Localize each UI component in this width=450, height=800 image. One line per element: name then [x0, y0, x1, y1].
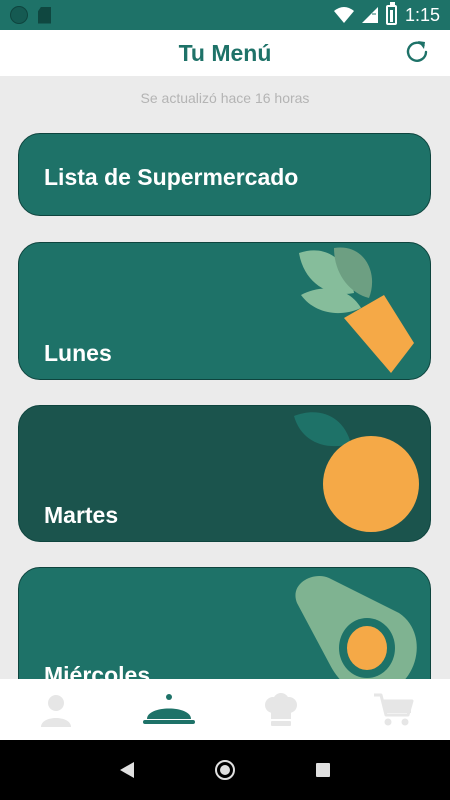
signal-icon — [361, 7, 378, 23]
refresh-icon — [406, 41, 428, 62]
menu-cloche-icon — [142, 693, 195, 724]
monday-label: Lunes — [44, 340, 112, 366]
wifi-icon — [333, 7, 354, 23]
chef-hat-icon — [265, 692, 298, 726]
cart-icon — [373, 693, 414, 725]
profile-icon — [41, 694, 72, 727]
back-icon[interactable] — [120, 762, 135, 778]
page-title: Tu Menú — [178, 39, 272, 66]
monday-card[interactable]: Lunes — [18, 242, 431, 380]
refresh-button[interactable] — [402, 37, 432, 67]
nav-menu[interactable] — [113, 679, 226, 740]
system-navigation-bar — [0, 740, 450, 800]
app-bar: Tu Menú — [0, 30, 450, 76]
orange-illustration — [294, 412, 419, 532]
notification-dot-icon — [10, 6, 28, 24]
bottom-navigation — [0, 679, 450, 740]
nav-recipes[interactable] — [225, 679, 338, 740]
clock: 1:15 — [404, 4, 440, 25]
last-updated-text: Se actualizó hace 16 horas — [140, 90, 310, 106]
home-icon[interactable] — [214, 760, 235, 780]
sd-card-icon — [38, 6, 51, 24]
nav-cart[interactable] — [338, 679, 450, 740]
tuesday-card[interactable]: Martes — [18, 405, 431, 542]
carrot-illustration — [299, 247, 414, 373]
shopping-list-card[interactable]: Lista de Supermercado — [18, 133, 431, 216]
tuesday-label: Martes — [44, 502, 119, 528]
battery-icon — [385, 2, 397, 25]
nav-profile[interactable] — [0, 679, 113, 740]
recent-apps-icon[interactable] — [315, 763, 330, 777]
status-bar: 1:15 — [0, 0, 450, 30]
shopping-list-label: Lista de Supermercado — [44, 164, 299, 190]
